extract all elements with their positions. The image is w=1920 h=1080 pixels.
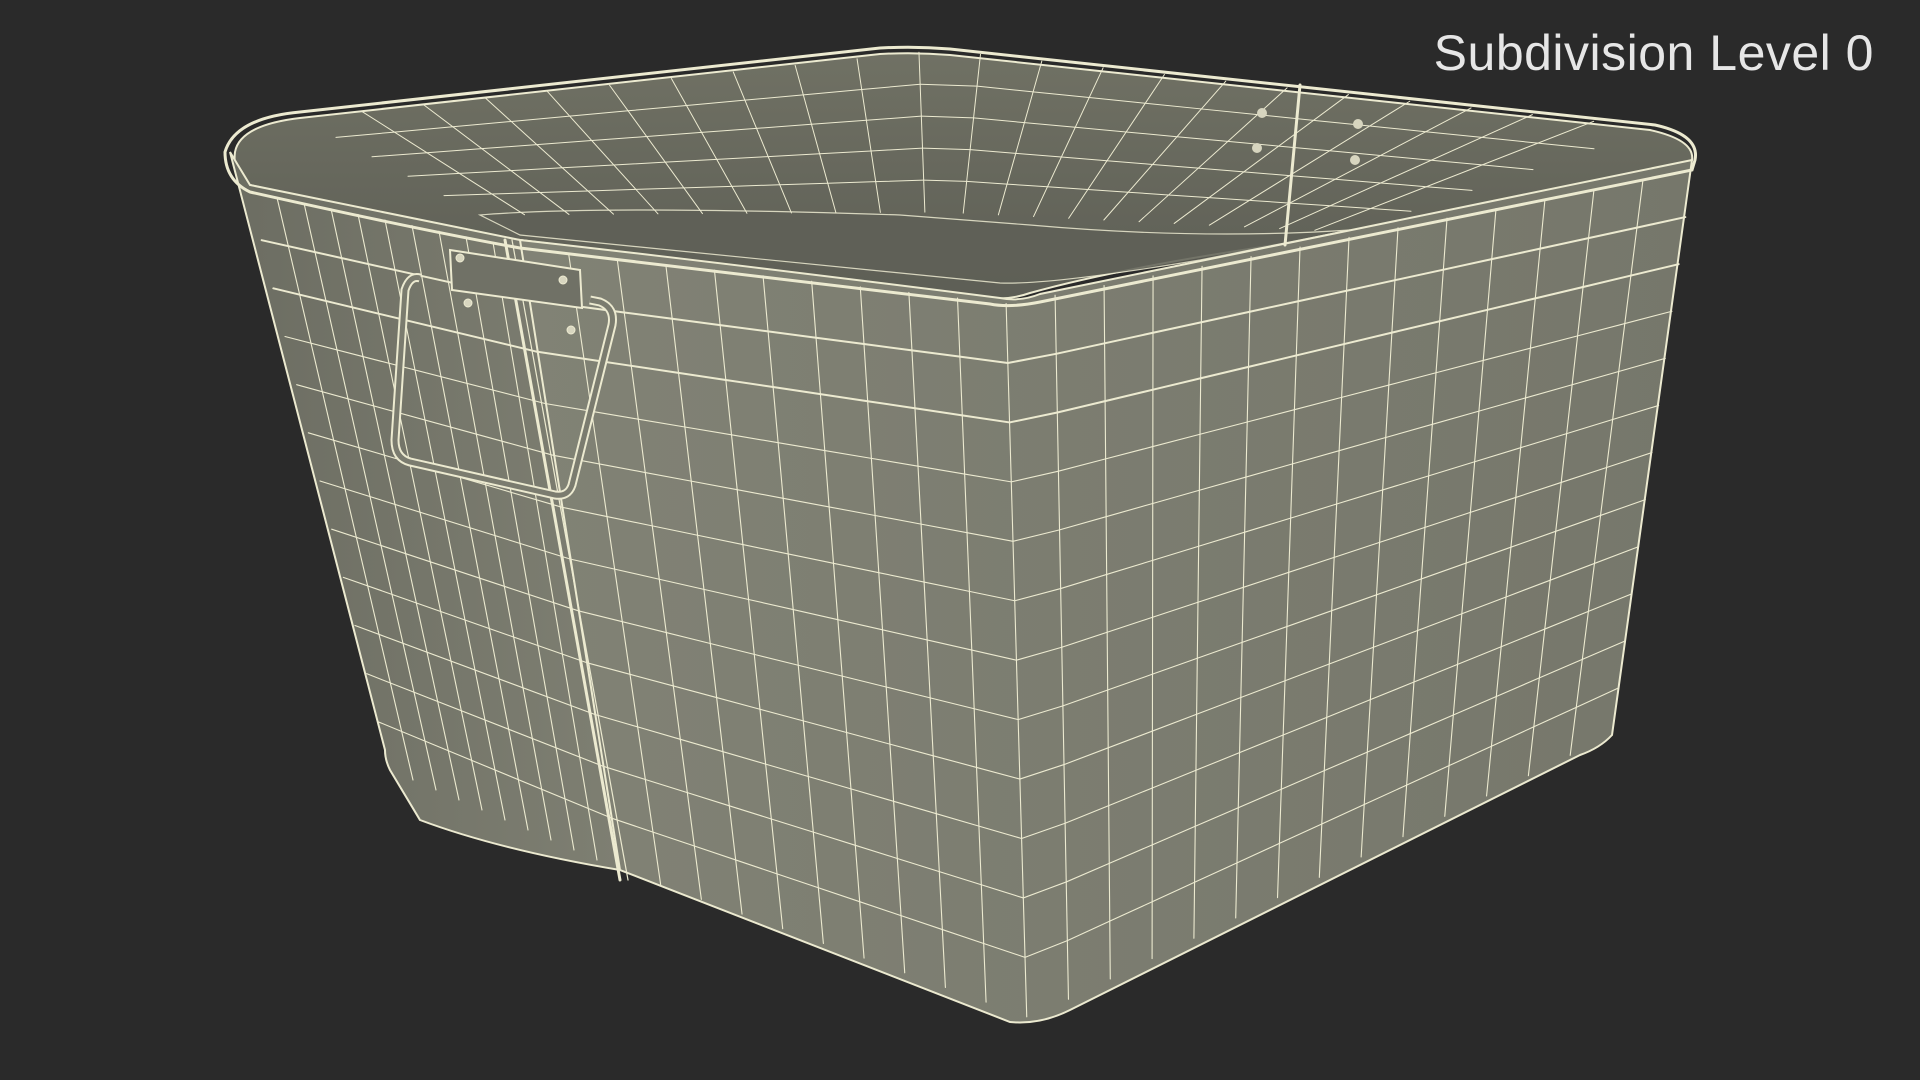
render-viewport: Subdivision Level 0 <box>0 0 1920 1080</box>
subdivision-level-label: Subdivision Level 0 <box>1433 25 1874 81</box>
tub-wireframe-model <box>223 45 1697 1024</box>
